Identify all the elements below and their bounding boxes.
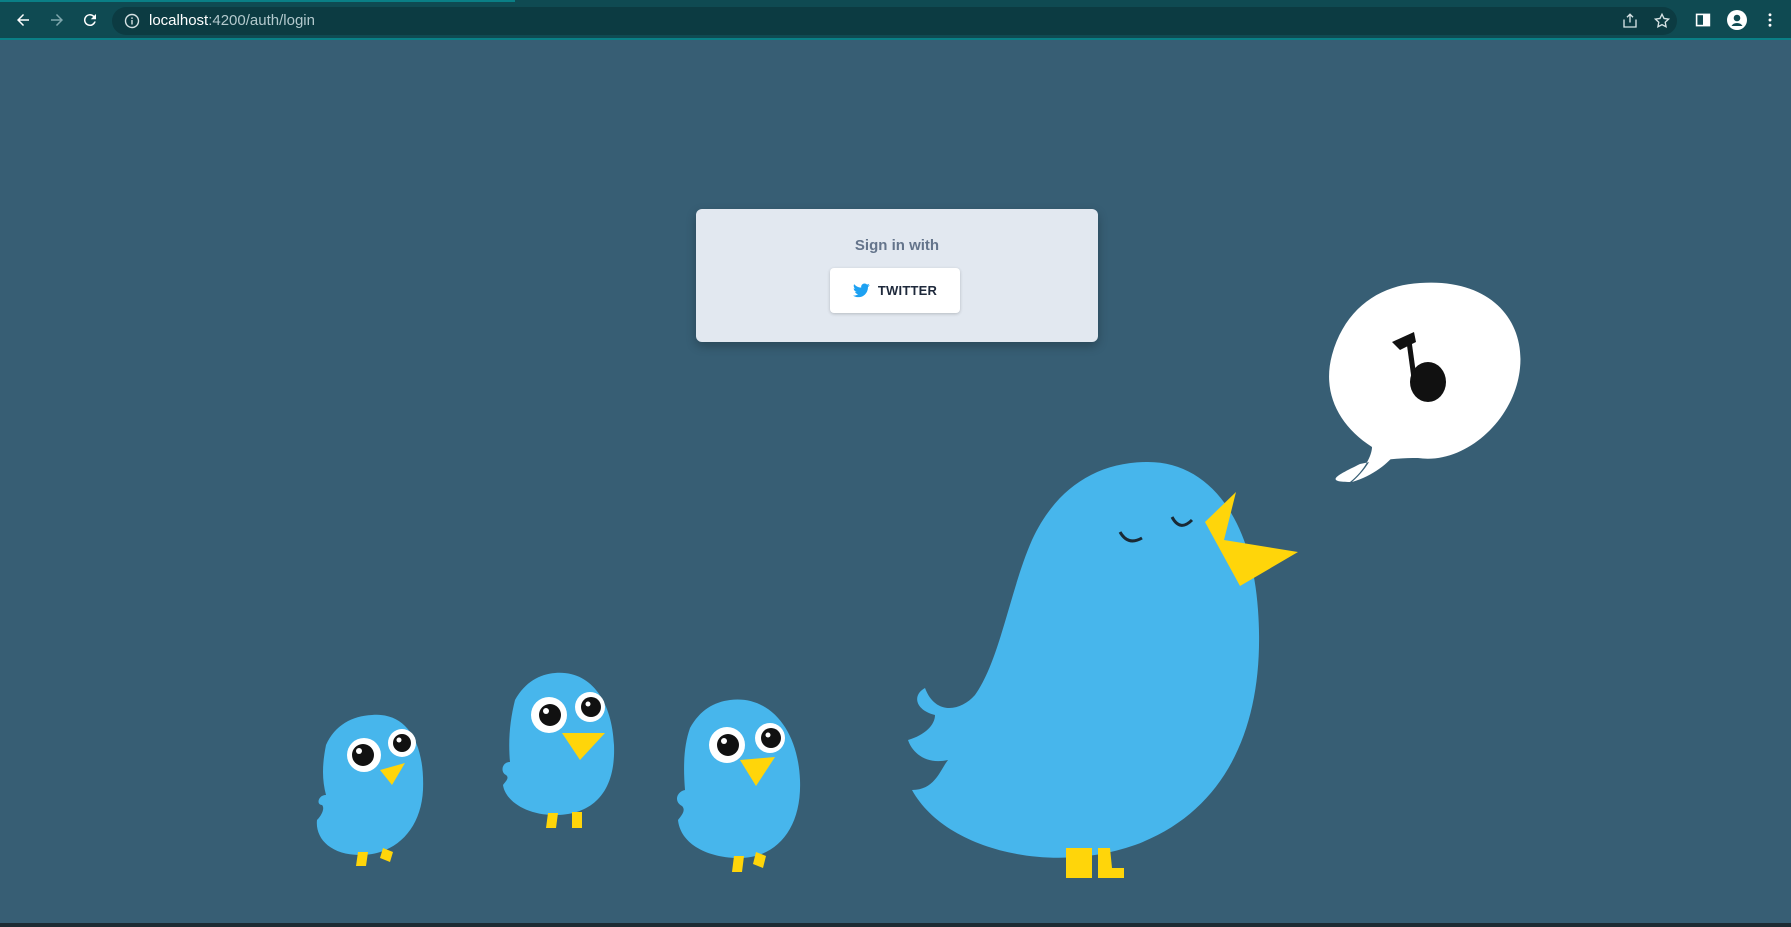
share-icon[interactable] bbox=[1621, 12, 1639, 30]
url-text[interactable]: localhost:4200/auth/login bbox=[149, 12, 315, 29]
music-note-speech-bubble bbox=[1329, 282, 1521, 482]
reload-icon[interactable] bbox=[78, 8, 102, 32]
page-load-indicator bbox=[0, 0, 515, 2]
birds-illustration bbox=[316, 282, 1521, 878]
twitter-login-button[interactable]: TWITTER bbox=[830, 268, 960, 313]
login-card: Sign in with TWITTER bbox=[696, 209, 1098, 342]
small-bird-illustration bbox=[676, 699, 801, 872]
side-panel-icon[interactable] bbox=[1693, 10, 1713, 30]
forward-arrow-icon[interactable] bbox=[45, 8, 69, 32]
back-arrow-icon[interactable] bbox=[11, 8, 35, 32]
url-path: :4200/auth/login bbox=[208, 12, 315, 29]
bottom-edge bbox=[0, 923, 1791, 927]
sign-in-title: Sign in with bbox=[854, 237, 940, 254]
profile-icon[interactable] bbox=[1727, 10, 1747, 30]
url-host: localhost bbox=[149, 12, 209, 29]
site-info-icon[interactable] bbox=[124, 13, 140, 29]
browser-toolbar: localhost:4200/auth/login bbox=[0, 0, 1791, 40]
singing-bird-illustration bbox=[908, 462, 1298, 878]
small-bird-illustration bbox=[502, 672, 615, 828]
bookmark-star-icon[interactable] bbox=[1653, 12, 1671, 30]
small-bird-illustration bbox=[316, 714, 424, 866]
more-menu-icon[interactable] bbox=[1760, 10, 1780, 30]
twitter-button-label: TWITTER bbox=[877, 283, 938, 298]
twitter-bird-icon bbox=[852, 283, 870, 298]
address-bar[interactable]: localhost:4200/auth/login bbox=[112, 7, 1677, 35]
